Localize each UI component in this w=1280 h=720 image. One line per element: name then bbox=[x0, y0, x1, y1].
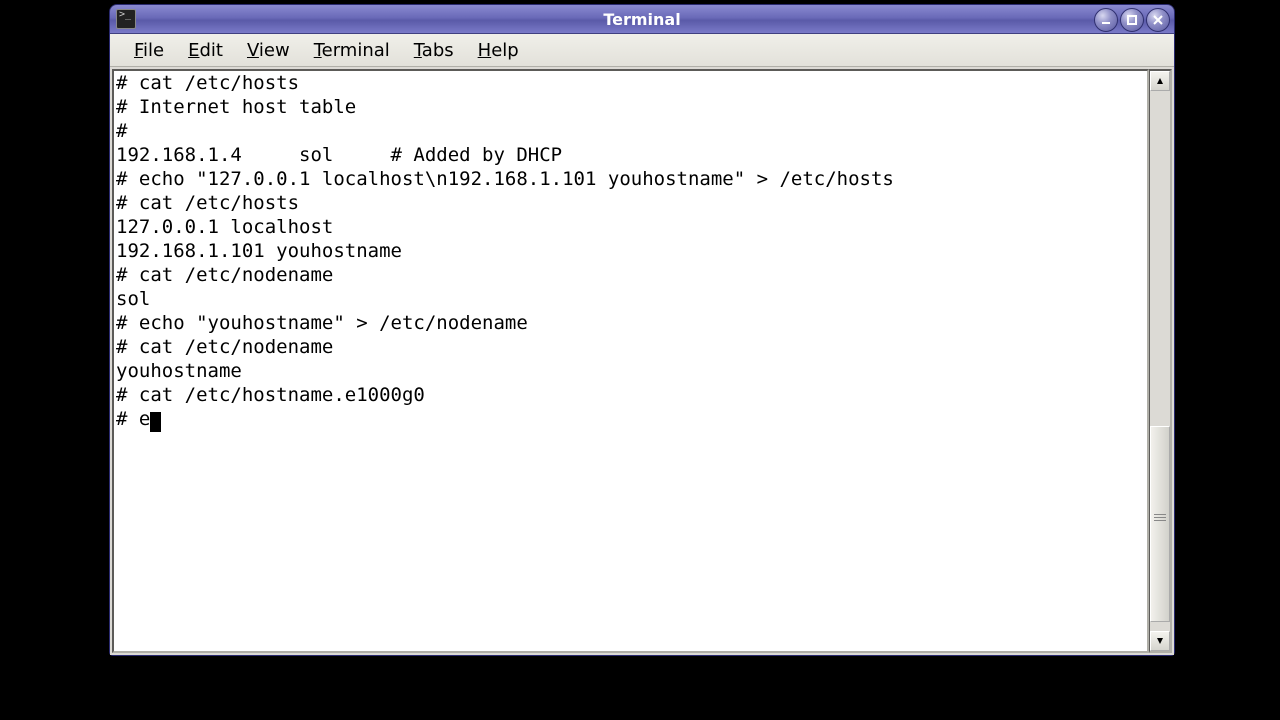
menu-file[interactable]: File bbox=[122, 36, 176, 65]
menu-tabs[interactable]: Tabs bbox=[402, 36, 466, 65]
maximize-icon bbox=[1126, 14, 1138, 26]
scroll-down-button[interactable] bbox=[1150, 631, 1170, 651]
scroll-track[interactable] bbox=[1150, 91, 1170, 631]
terminal-line: 127.0.0.1 localhost bbox=[116, 215, 1145, 239]
scroll-thumb[interactable] bbox=[1150, 426, 1170, 622]
menu-terminal[interactable]: Terminal bbox=[302, 36, 402, 65]
client-area: # cat /etc/hosts# Internet host table#19… bbox=[110, 67, 1174, 655]
terminal-line: # echo "youhostname" > /etc/nodename bbox=[116, 311, 1145, 335]
menu-help[interactable]: Help bbox=[466, 36, 531, 65]
scroll-up-button[interactable] bbox=[1150, 71, 1170, 91]
menu-edit[interactable]: Edit bbox=[176, 36, 235, 65]
maximize-button[interactable] bbox=[1120, 8, 1144, 32]
terminal-line: youhostname bbox=[116, 359, 1145, 383]
close-button[interactable] bbox=[1146, 8, 1170, 32]
prompt-input: e bbox=[139, 408, 150, 430]
cursor bbox=[150, 412, 161, 432]
menu-view[interactable]: View bbox=[235, 36, 302, 65]
terminal-line: # cat /etc/nodename bbox=[116, 335, 1145, 359]
chevron-up-icon bbox=[1156, 77, 1164, 85]
terminal-prompt-line[interactable]: # e bbox=[116, 407, 1145, 431]
terminal-line: # cat /etc/hostname.e1000g0 bbox=[116, 383, 1145, 407]
terminal-line: 192.168.1.101 youhostname bbox=[116, 239, 1145, 263]
menubar: File Edit View Terminal Tabs Help bbox=[110, 34, 1174, 67]
prompt-prefix: # bbox=[116, 408, 139, 430]
terminal-line: # cat /etc/nodename bbox=[116, 263, 1145, 287]
minimize-button[interactable] bbox=[1094, 8, 1118, 32]
terminal-window: Terminal File Edit View Terminal Tabs He… bbox=[109, 4, 1175, 656]
terminal-line: sol bbox=[116, 287, 1145, 311]
terminal-line: 192.168.1.4 sol # Added by DHCP bbox=[116, 143, 1145, 167]
terminal-line: # cat /etc/hosts bbox=[116, 71, 1145, 95]
window-title: Terminal bbox=[110, 10, 1174, 29]
terminal-line: # cat /etc/hosts bbox=[116, 191, 1145, 215]
chevron-down-icon bbox=[1156, 637, 1164, 645]
app-icon bbox=[116, 9, 136, 29]
terminal-output[interactable]: # cat /etc/hosts# Internet host table#19… bbox=[112, 69, 1149, 653]
titlebar[interactable]: Terminal bbox=[110, 5, 1174, 34]
close-icon bbox=[1152, 14, 1164, 26]
vertical-scrollbar[interactable] bbox=[1149, 69, 1172, 653]
minimize-icon bbox=[1100, 14, 1112, 26]
terminal-line: # echo "127.0.0.1 localhost\n192.168.1.1… bbox=[116, 167, 1145, 191]
terminal-line: # bbox=[116, 119, 1145, 143]
terminal-line: # Internet host table bbox=[116, 95, 1145, 119]
